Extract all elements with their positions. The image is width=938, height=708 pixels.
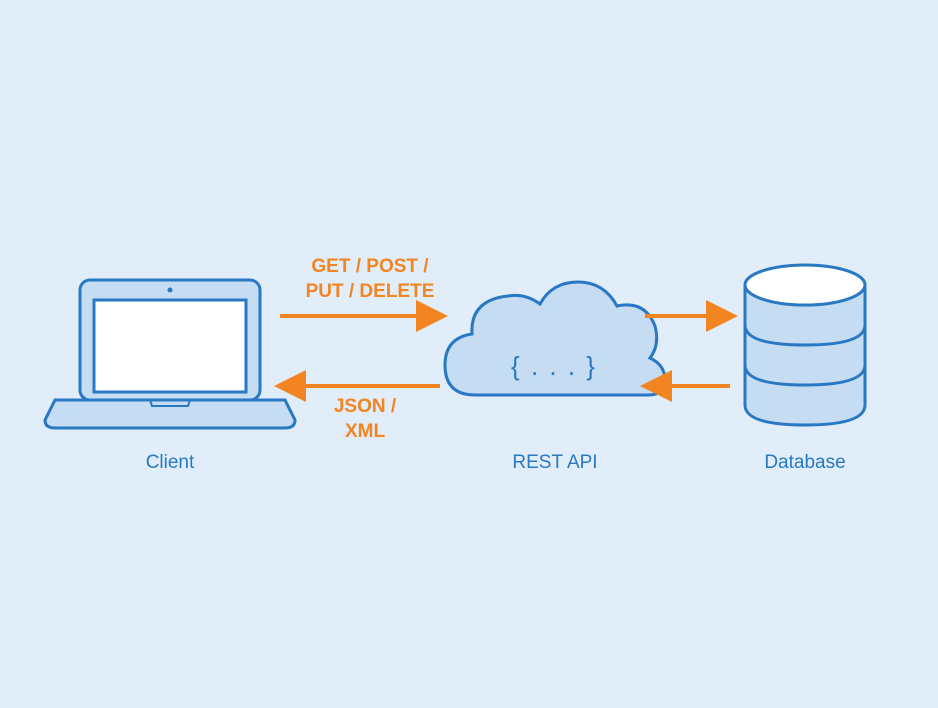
- rest-architecture-diagram: { . . . }: [0, 0, 938, 708]
- client-label: Client: [120, 452, 220, 474]
- svg-text:{ . . . }: { . . . }: [511, 351, 597, 381]
- laptop-icon: [45, 280, 295, 428]
- cloud-icon: { . . . }: [445, 282, 665, 395]
- database-icon: [745, 265, 865, 425]
- response-format-label: JSON / XML: [305, 395, 425, 444]
- database-label: Database: [755, 452, 855, 474]
- request-methods-label: GET / POST / PUT / DELETE: [280, 255, 460, 304]
- api-label: REST API: [505, 452, 605, 474]
